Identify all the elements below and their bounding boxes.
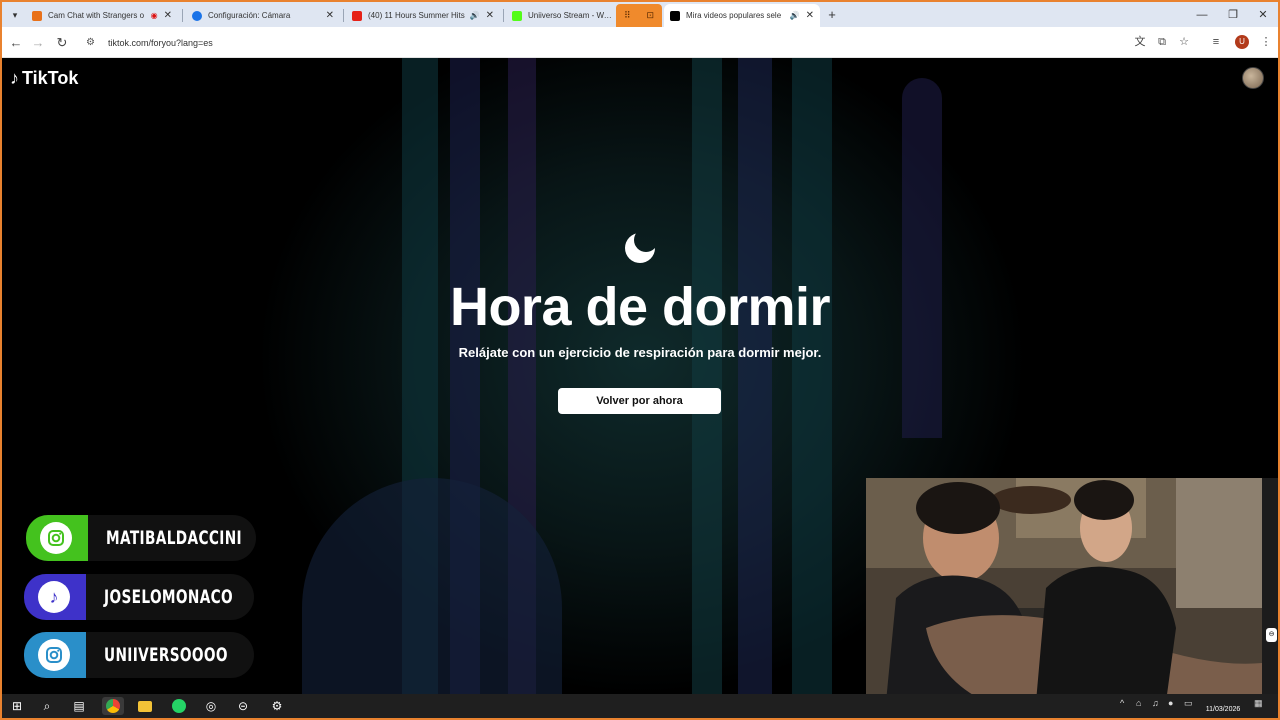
- menu-kebab-icon[interactable]: ⋮: [1258, 34, 1274, 50]
- social-handle: UNIIVERSOOOO: [104, 644, 228, 666]
- tab-label: Mira videos populares sele: [686, 11, 782, 20]
- address-bar[interactable]: ⚙ tiktok.com/foryou?lang=es: [82, 31, 1202, 54]
- tray-volume-icon[interactable]: ♫: [1152, 698, 1159, 708]
- tray-network-icon[interactable]: ⌂: [1136, 698, 1141, 708]
- tab-separator: [182, 9, 183, 22]
- new-tab-button[interactable]: +: [824, 6, 840, 24]
- side-panel: [1262, 478, 1278, 694]
- tiktok-logo-text: TikTok: [22, 68, 79, 88]
- tab-strip: ▾ Cam Chat with Strangers o ◉ ✕ Configur…: [2, 2, 1278, 27]
- group-icon: ⊡: [646, 10, 655, 20]
- tiktok-icon: [670, 10, 680, 21]
- webcam-feed-image: [866, 478, 1262, 702]
- speaker-icon[interactable]: 🔊: [790, 11, 800, 20]
- side-panel-icon[interactable]: ⊖: [1266, 628, 1277, 642]
- curtain-stripe: [792, 58, 832, 694]
- kick-icon: [512, 10, 522, 21]
- recording-dot-icon: ◉: [150, 11, 158, 20]
- forward-icon[interactable]: →: [28, 33, 48, 53]
- gear-icon: [192, 10, 202, 21]
- translate-icon[interactable]: 文: [1132, 34, 1148, 50]
- tab-separator: [503, 9, 504, 22]
- tab-label: Cam Chat with Strangers o: [48, 11, 145, 20]
- app-icon[interactable]: ⊝: [232, 697, 254, 715]
- tiktok-logo[interactable]: ♪ TikTok: [10, 68, 78, 89]
- tray-monitor-icon[interactable]: ▭: [1184, 698, 1193, 709]
- social-handle: JOSELOMONACO: [104, 586, 234, 608]
- profile-avatar[interactable]: U: [1235, 35, 1249, 49]
- tab-tiktok-active[interactable]: Mira videos populares sele 🔊 ✕: [664, 4, 820, 27]
- tab-configuracion[interactable]: Configuración: Cámara ✕: [186, 4, 340, 27]
- webcam-overlay: [866, 478, 1262, 702]
- url-text[interactable]: tiktok.com/foryou?lang=es: [108, 38, 213, 48]
- close-tab-icon[interactable]: ✕: [806, 10, 814, 21]
- chrome-taskbar-icon[interactable]: [102, 697, 124, 715]
- tab-separator: [343, 9, 344, 22]
- windows-start-icon[interactable]: ⊞: [6, 697, 28, 715]
- close-tab-icon[interactable]: ✕: [326, 10, 334, 21]
- close-tab-icon[interactable]: ✕: [164, 10, 172, 21]
- taskbar-clock[interactable]: 11/03/2026: [1198, 696, 1248, 715]
- site-info-icon[interactable]: ⚙: [86, 37, 98, 48]
- tab-search-icon[interactable]: ▾: [6, 6, 24, 24]
- page-title: Hora de dormir: [449, 277, 831, 337]
- return-button[interactable]: Volver por ahora: [558, 388, 721, 414]
- tab-youtube[interactable]: (40) 11 Hours Summer Hits 🔊 ✕: [346, 4, 500, 27]
- obs-icon[interactable]: ◎: [200, 697, 222, 715]
- minimize-button[interactable]: —: [1187, 6, 1217, 24]
- search-icon[interactable]: ⌕: [36, 697, 58, 715]
- tab-kick-stream[interactable]: Uniiverso Stream - Watch: [506, 4, 618, 27]
- task-view-icon[interactable]: ▤: [68, 697, 90, 715]
- whatsapp-icon[interactable]: [168, 697, 190, 715]
- user-avatar[interactable]: [1242, 67, 1264, 89]
- tray-chevron-icon[interactable]: ^: [1120, 698, 1124, 708]
- taskbar-date: 11/03/2026: [1205, 706, 1241, 713]
- close-tab-icon[interactable]: ✕: [486, 10, 494, 21]
- tab-cam-chat[interactable]: Cam Chat with Strangers o ◉ ✕: [26, 4, 178, 27]
- cam-chat-favicon-icon: [32, 10, 42, 21]
- media-controls-icon[interactable]: ≡: [1208, 34, 1224, 50]
- curtain-stripe: [902, 78, 942, 438]
- reload-icon[interactable]: ↻: [52, 33, 72, 53]
- windows-taskbar: ⊞ ⌕ ▤ ◎ ⊝ ⚙ ^ ⌂ ♫ ● ▭ 11/03/2026 ▦: [2, 694, 1278, 718]
- tab-group-chip[interactable]: ⠿ ⊡: [616, 4, 662, 27]
- settings-gear-icon[interactable]: ⚙: [266, 697, 288, 715]
- tray-mic-icon[interactable]: ●: [1168, 698, 1173, 708]
- notifications-icon[interactable]: ▦: [1254, 698, 1263, 709]
- tiktok-note-icon: ♪: [10, 68, 19, 88]
- tab-label: Uniiverso Stream - Watch: [528, 11, 612, 20]
- curtain-stripe: [738, 58, 772, 694]
- cast-icon[interactable]: ⧉: [1154, 34, 1170, 50]
- tiktok-icon: ♪: [38, 581, 70, 613]
- drag-handle-icon: ⠿: [623, 10, 631, 20]
- close-window-button[interactable]: ✕: [1248, 6, 1278, 24]
- curtain-stripe: [692, 58, 722, 694]
- youtube-icon: [352, 10, 362, 21]
- browser-toolbar: ← → ↻ ⚙ tiktok.com/foryou?lang=es 文 ⧉ ☆ …: [2, 27, 1278, 58]
- speaker-icon[interactable]: 🔊: [470, 11, 480, 20]
- social-handle: MATIBALDACCINI: [106, 527, 242, 549]
- instagram-icon: [40, 522, 72, 554]
- tab-label: (40) 11 Hours Summer Hits: [368, 11, 465, 20]
- tab-label: Configuración: Cámara: [208, 11, 291, 20]
- instagram-icon: [38, 639, 70, 671]
- bookmark-star-icon[interactable]: ☆: [1176, 34, 1192, 50]
- file-explorer-icon[interactable]: [134, 697, 156, 715]
- page-subtitle: Relájate con un ejercicio de respiración…: [458, 345, 822, 360]
- restore-button[interactable]: ❐: [1218, 6, 1248, 24]
- back-icon[interactable]: ←: [6, 33, 26, 53]
- moon-icon: [625, 233, 655, 263]
